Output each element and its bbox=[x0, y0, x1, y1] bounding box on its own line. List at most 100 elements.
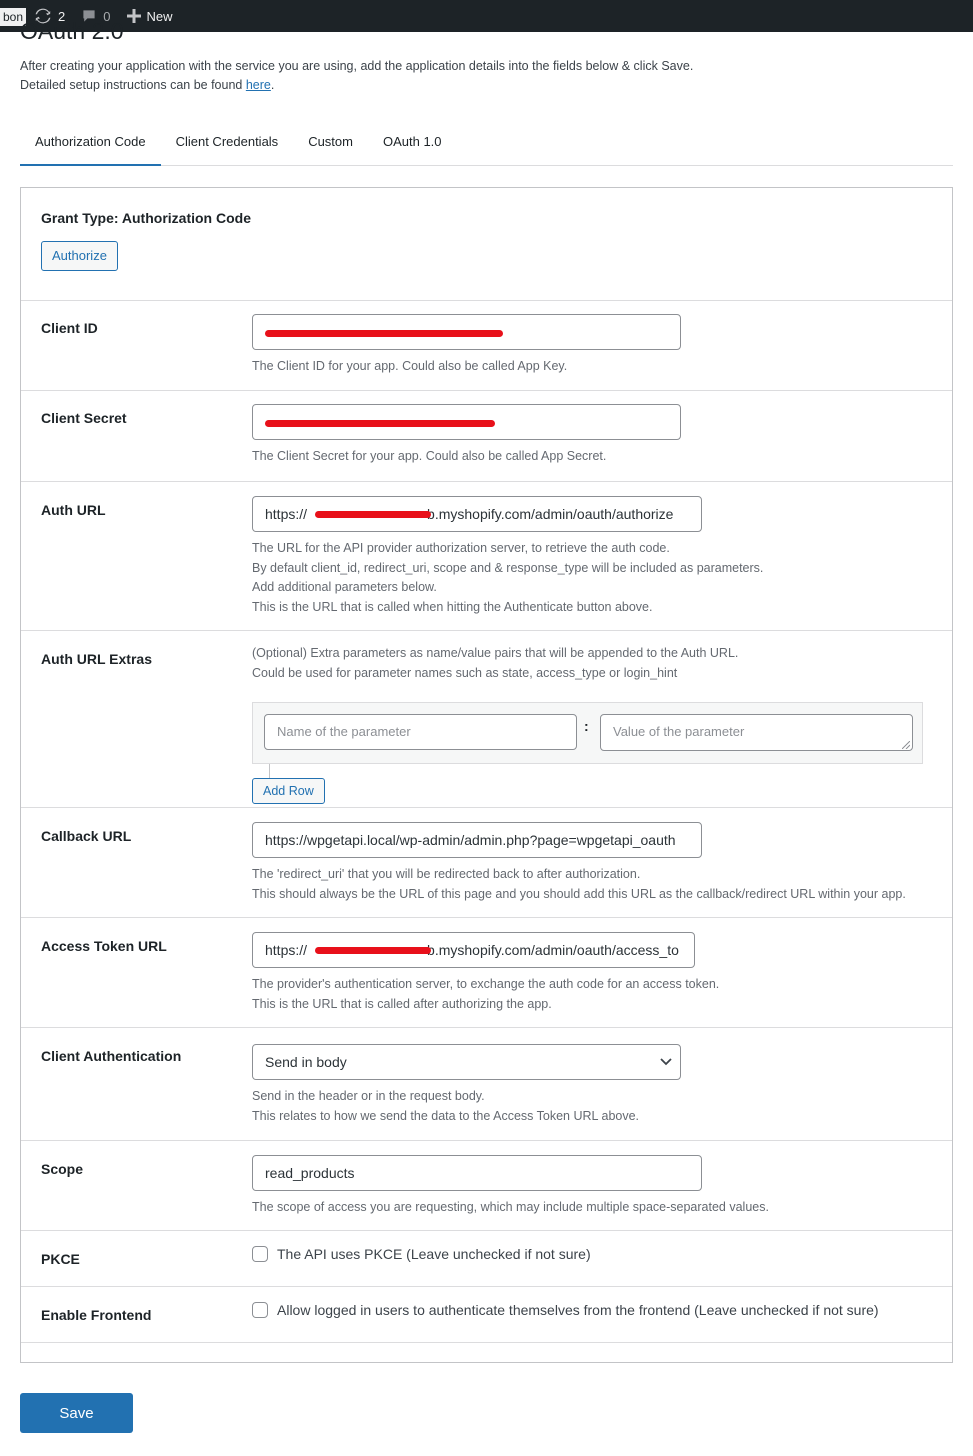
client-id-field-wrap: The Client ID for your app. Could also b… bbox=[252, 314, 681, 377]
auth-url-input[interactable]: https:// b.myshopify.com/admin/oauth/auth… bbox=[252, 496, 702, 532]
tab-client-credentials[interactable]: Client Credentials bbox=[161, 120, 294, 166]
intro-text: After creating your application with the… bbox=[20, 57, 693, 95]
pkce-checkbox-label[interactable]: The API uses PKCE (Leave unchecked if no… bbox=[252, 1246, 591, 1262]
redaction-mark bbox=[315, 511, 431, 518]
tab-authorization-code[interactable]: Authorization Code bbox=[20, 120, 161, 166]
settings-panel: Grant Type: Authorization Code Authorize… bbox=[20, 187, 953, 1363]
auth-url-extras-desc-line: Could be used for parameter names such a… bbox=[252, 665, 678, 680]
row-connector bbox=[269, 764, 270, 778]
callback-url-field-wrap: https://wpgetapi.local/wp-admin/admin.ph… bbox=[252, 822, 906, 904]
callback-url-desc-line: The 'redirect_uri' that you will be redi… bbox=[252, 867, 641, 881]
redaction-mark bbox=[265, 420, 495, 427]
parameter-row: Name of the parameter : Value of the par… bbox=[252, 702, 923, 764]
parameter-name-input[interactable]: Name of the parameter bbox=[264, 714, 577, 750]
auth-url-value-prefix: https:// bbox=[265, 506, 308, 522]
grant-type-section: Grant Type: Authorization Code Authorize bbox=[21, 188, 952, 301]
auth-url-field-wrap: https:// b.myshopify.com/admin/oauth/auth… bbox=[252, 496, 763, 617]
pkce-checkbox[interactable] bbox=[252, 1246, 268, 1262]
frontend-checkbox[interactable] bbox=[252, 1302, 268, 1318]
scope-input[interactable]: read_products bbox=[252, 1155, 702, 1191]
redaction-mark bbox=[315, 947, 431, 954]
client-id-input[interactable] bbox=[252, 314, 681, 350]
resize-handle-icon[interactable] bbox=[902, 741, 910, 749]
intro-line-2: Detailed setup instructions can be found… bbox=[20, 76, 693, 95]
scope-description: The scope of access you are requesting, … bbox=[252, 1200, 769, 1214]
auth-url-extras-row: Auth URL Extras (Optional) Extra paramet… bbox=[21, 631, 952, 808]
client-auth-label: Client Authentication bbox=[41, 1048, 182, 1064]
parameter-value-input[interactable]: Value of the parameter bbox=[600, 714, 913, 751]
client-secret-field-wrap: The Client Secret for your app. Could al… bbox=[252, 404, 681, 467]
scope-label: Scope bbox=[41, 1161, 84, 1177]
access-token-url-input[interactable]: https:// b.myshopify.com/admin/oauth/acce… bbox=[252, 932, 695, 968]
tab-oauth-1[interactable]: OAuth 1.0 bbox=[368, 120, 457, 166]
auth-url-desc-line: Add additional parameters below. bbox=[252, 580, 437, 594]
client-auth-row: Client Authentication Send in body Send … bbox=[21, 1028, 952, 1141]
access-token-url-value-prefix: https:// bbox=[265, 942, 308, 958]
pkce-row: PKCE The API uses PKCE (Leave unchecked … bbox=[21, 1231, 952, 1287]
auth-url-desc-line: By default client_id, redirect_uri, scop… bbox=[252, 560, 764, 575]
client-auth-select[interactable]: Send in body bbox=[252, 1044, 681, 1080]
redaction-mark bbox=[265, 330, 503, 337]
frontend-checkbox-text: Allow logged in users to authenticate th… bbox=[277, 1302, 879, 1318]
auth-url-value-suffix: b.myshopify.com/admin/oauth/authorize bbox=[427, 506, 674, 522]
client-auth-desc-line: Send in the header or in the request bod… bbox=[252, 1089, 485, 1103]
auth-url-desc-line: This is the URL that is called when hitt… bbox=[252, 599, 653, 614]
intro-line-1: After creating your application with the… bbox=[20, 59, 694, 73]
client-auth-description: Send in the header or in the request bod… bbox=[252, 1087, 681, 1126]
auth-url-extras-desc-line: (Optional) Extra parameters as name/valu… bbox=[252, 646, 739, 660]
scope-row: Scope read_products The scope of access … bbox=[21, 1141, 952, 1231]
frontend-field-wrap: Allow logged in users to authenticate th… bbox=[252, 1302, 879, 1318]
pkce-field-wrap: The API uses PKCE (Leave unchecked if no… bbox=[252, 1246, 591, 1262]
callback-url-label: Callback URL bbox=[41, 828, 132, 844]
intro-line-2-suffix: . bbox=[270, 78, 275, 92]
client-auth-desc-line: This relates to how we send the data to … bbox=[252, 1108, 640, 1123]
setup-instructions-link[interactable]: here bbox=[246, 78, 271, 92]
plus-icon bbox=[126, 9, 141, 23]
auth-url-desc-line: The URL for the API provider authorizati… bbox=[252, 541, 670, 555]
client-secret-label: Client Secret bbox=[41, 410, 127, 426]
pkce-checkbox-text: The API uses PKCE (Leave unchecked if no… bbox=[277, 1246, 591, 1262]
callback-url-row: Callback URL https://wpgetapi.local/wp-a… bbox=[21, 808, 952, 918]
frontend-row: Enable Frontend Allow logged in users to… bbox=[21, 1287, 952, 1343]
add-row-button[interactable]: Add Row bbox=[252, 778, 325, 804]
auth-url-label: Auth URL bbox=[41, 502, 106, 518]
page-title: OAuth 2.0 bbox=[20, 18, 124, 40]
callback-url-desc-line: This should always be the URL of this pa… bbox=[252, 886, 906, 901]
chevron-down-icon bbox=[660, 1058, 672, 1066]
save-button[interactable]: Save bbox=[20, 1393, 133, 1433]
auth-url-row: Auth URL https:// b.myshopify.com/admin/o… bbox=[21, 482, 952, 631]
client-id-row: Client ID The Client ID for your app. Co… bbox=[21, 301, 952, 391]
pkce-label: PKCE bbox=[41, 1251, 80, 1267]
auth-url-extras-field-wrap: (Optional) Extra parameters as name/valu… bbox=[252, 644, 932, 804]
client-id-description: The Client ID for your app. Could also b… bbox=[252, 359, 568, 373]
callback-url-input[interactable]: https://wpgetapi.local/wp-admin/admin.ph… bbox=[252, 822, 702, 858]
grant-type-title: Grant Type: Authorization Code bbox=[41, 210, 251, 226]
auth-url-description: The URL for the API provider authorizati… bbox=[252, 539, 763, 617]
intro-line-2-prefix: Detailed setup instructions can be found bbox=[20, 78, 246, 92]
admin-bar: bon 2 0 New bbox=[0, 0, 973, 32]
callback-url-description: The 'redirect_uri' that you will be redi… bbox=[252, 865, 906, 904]
authorize-button[interactable]: Authorize bbox=[41, 241, 118, 271]
access-token-url-desc-line: The provider's authentication server, to… bbox=[252, 977, 720, 991]
client-auth-field-wrap: Send in body Send in the header or in th… bbox=[252, 1044, 681, 1126]
frontend-checkbox-label[interactable]: Allow logged in users to authenticate th… bbox=[252, 1302, 879, 1318]
client-secret-description: The Client Secret for your app. Could al… bbox=[252, 449, 607, 463]
tab-custom[interactable]: Custom bbox=[293, 120, 368, 166]
client-id-label: Client ID bbox=[41, 320, 98, 336]
scope-field-wrap: read_products The scope of access you ar… bbox=[252, 1155, 769, 1218]
access-token-url-field-wrap: https:// b.myshopify.com/admin/oauth/acce… bbox=[252, 932, 719, 1014]
access-token-url-label: Access Token URL bbox=[41, 938, 167, 954]
access-token-url-row: Access Token URL https:// b.myshopify.com… bbox=[21, 918, 952, 1028]
client-secret-row: Client Secret The Client Secret for your… bbox=[21, 391, 952, 482]
client-secret-input[interactable] bbox=[252, 404, 681, 440]
access-token-url-desc-line: This is the URL that is called after aut… bbox=[252, 996, 552, 1011]
parameter-separator: : bbox=[584, 718, 589, 734]
access-token-url-value-suffix: b.myshopify.com/admin/oauth/access_to bbox=[427, 942, 679, 958]
access-token-url-description: The provider's authentication server, to… bbox=[252, 975, 719, 1014]
new-label: New bbox=[146, 8, 173, 24]
auth-url-extras-label: Auth URL Extras bbox=[41, 651, 152, 667]
client-auth-selected-value: Send in body bbox=[265, 1054, 347, 1070]
new-content-link[interactable]: New bbox=[126, 8, 173, 24]
auth-url-extras-description: (Optional) Extra parameters as name/valu… bbox=[252, 644, 932, 683]
oauth-tabs: Authorization Code Client Credentials Cu… bbox=[20, 120, 953, 166]
